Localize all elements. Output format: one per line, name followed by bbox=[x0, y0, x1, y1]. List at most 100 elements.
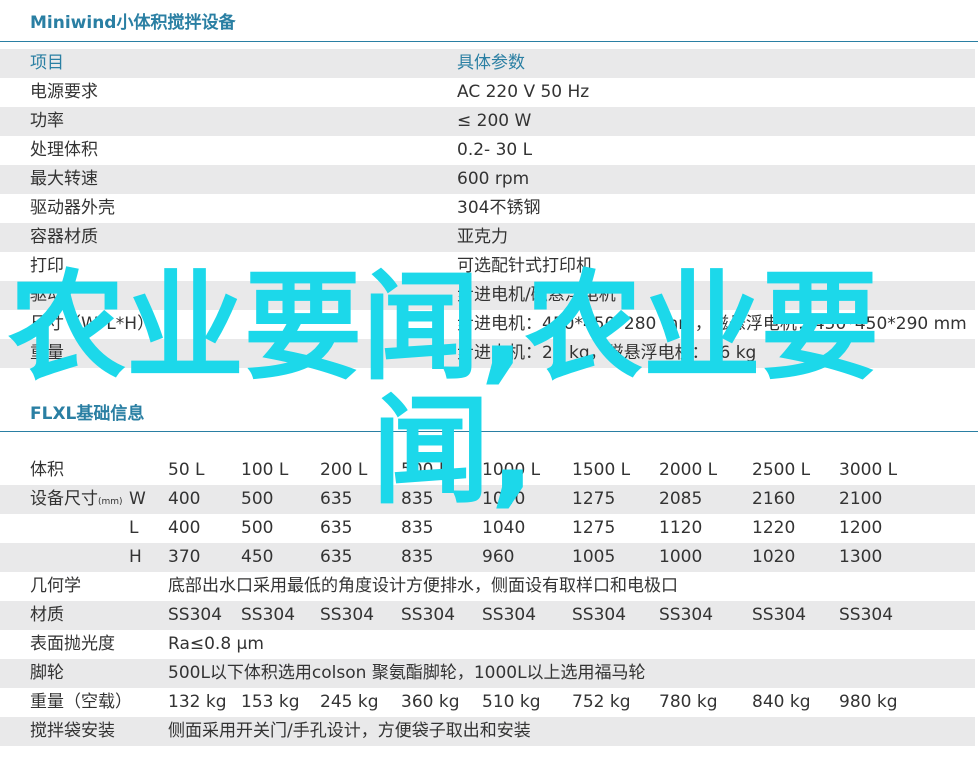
flxl-value-cell: 1005 bbox=[572, 547, 616, 567]
flxl-value-cell: 980 kg bbox=[839, 692, 898, 712]
spec-row-label: 驱动器外壳 bbox=[30, 198, 115, 218]
flxl-value-cell: 1300 bbox=[839, 547, 883, 567]
flxl-value-cell: 635 bbox=[320, 547, 353, 567]
flxl-polish-value: Ra≤0.8 μm bbox=[168, 634, 264, 654]
flxl-casters-row: 脚轮 500L以下体积选用colson 聚氨酯脚轮，1000L以上选用福马轮 bbox=[0, 659, 975, 688]
flxl-value-cell: 132 kg bbox=[168, 692, 227, 712]
spec-row-value: 步进电机：450*450*280 mm，磁悬浮电机：450*450*290 mm bbox=[457, 314, 967, 334]
flxl-weight-label: 重量（空载） bbox=[30, 692, 132, 712]
flxl-value-cell: SS304 bbox=[401, 605, 456, 625]
flxl-value-cell: 370 bbox=[168, 547, 201, 567]
flxl-value-cell: 400 bbox=[168, 489, 201, 509]
flxl-size-label: 设备尺寸(mm) bbox=[30, 489, 123, 509]
flxl-title: FLXL基础信息 bbox=[30, 404, 145, 424]
flxl-value-cell: 360 kg bbox=[401, 692, 460, 712]
flxl-value-cell: 245 kg bbox=[320, 692, 379, 712]
flxl-casters-value: 500L以下体积选用colson 聚氨酯脚轮，1000L以上选用福马轮 bbox=[168, 663, 646, 683]
flxl-size-row-w: 设备尺寸(mm) W 400 500 635 835 1040 1275 2085 2160 2… bbox=[0, 485, 975, 514]
flxl-value-cell: 200 L bbox=[320, 460, 368, 480]
flxl-value-cell: SS304 bbox=[168, 605, 223, 625]
spec-row: 重量 步进电机：20 kg，磁悬浮电机：16 kg bbox=[0, 339, 975, 368]
flxl-size-unit: (mm) bbox=[98, 497, 123, 507]
flxl-value-cell: 1275 bbox=[572, 518, 616, 538]
flxl-value-cell: 1000 L bbox=[482, 460, 541, 480]
spec-row-label: 最大转速 bbox=[30, 169, 98, 189]
spec-row: 驱动 步进电机/磁悬浮电机 bbox=[0, 281, 975, 310]
flxl-value-cell: 1275 bbox=[572, 489, 616, 509]
flxl-value-cell: 500 bbox=[241, 489, 274, 509]
flxl-value-cell: 510 kg bbox=[482, 692, 541, 712]
flxl-value-cell: SS304 bbox=[482, 605, 537, 625]
flxl-value-cell: 835 bbox=[401, 518, 434, 538]
flxl-value-cell: 1040 bbox=[482, 518, 526, 538]
flxl-value-cell: 2160 bbox=[752, 489, 796, 509]
flxl-value-cell: 780 kg bbox=[659, 692, 718, 712]
flxl-value-cell: 1020 bbox=[752, 547, 796, 567]
flxl-value-cell: 1040 bbox=[482, 489, 526, 509]
spec-row: 最大转速 600 rpm bbox=[0, 165, 975, 194]
flxl-value-cell: 2085 bbox=[659, 489, 703, 509]
spec-row-value: 可选配针式打印机 bbox=[457, 256, 593, 276]
spec-row-label: 处理体积 bbox=[30, 140, 98, 160]
flxl-value-cell: 752 kg bbox=[572, 692, 631, 712]
flxl-value-cell: 835 bbox=[401, 489, 434, 509]
spec-row-label: 容器材质 bbox=[30, 227, 98, 247]
flxl-casters-label: 脚轮 bbox=[30, 663, 64, 683]
flxl-value-cell: 3000 L bbox=[839, 460, 898, 480]
spec-title: Miniwind小体积搅拌设备 bbox=[30, 13, 236, 33]
flxl-material-label: 材质 bbox=[30, 605, 64, 625]
spec-row: 打印 可选配针式打印机 bbox=[0, 252, 975, 281]
flxl-bag-label: 搅拌袋安装 bbox=[30, 721, 115, 741]
flxl-value-cell: SS304 bbox=[572, 605, 627, 625]
spec-row-label: 电源要求 bbox=[30, 82, 98, 102]
spec-row-label: 打印 bbox=[30, 256, 64, 276]
flxl-volume-label: 体积 bbox=[30, 460, 64, 480]
flxl-size-row-h: H 370 450 635 835 960 1005 1000 1020 1300 bbox=[0, 543, 975, 572]
flxl-bag-row: 搅拌袋安装 侧面采用开关门/手孔设计，方便袋子取出和安装 bbox=[0, 717, 975, 746]
flxl-size-row-l: L 400 500 635 835 1040 1275 1120 1220 1200 bbox=[0, 514, 975, 543]
flxl-value-cell: 2100 bbox=[839, 489, 883, 509]
flxl-value-cell: 2000 L bbox=[659, 460, 718, 480]
flxl-value-cell: 635 bbox=[320, 518, 353, 538]
spec-row-value: 600 rpm bbox=[457, 169, 530, 189]
spec-row-value: ≤ 200 W bbox=[457, 111, 532, 131]
flxl-size-axis: W bbox=[129, 489, 146, 509]
flxl-value-cell: 2500 L bbox=[752, 460, 811, 480]
flxl-bag-value: 侧面采用开关门/手孔设计，方便袋子取出和安装 bbox=[168, 721, 531, 741]
spec-title-rule bbox=[0, 41, 978, 42]
spec-row-value: 0.2- 30 L bbox=[457, 140, 533, 160]
spec-row: 功率 ≤ 200 W bbox=[0, 107, 975, 136]
flxl-value-cell: 835 bbox=[401, 547, 434, 567]
flxl-size-axis: L bbox=[129, 518, 139, 538]
flxl-value-cell: 450 bbox=[241, 547, 274, 567]
spec-row: 尺寸（W*L*H） 步进电机：450*450*280 mm，磁悬浮电机：450*4… bbox=[0, 310, 975, 339]
flxl-geometry-label: 几何学 bbox=[30, 576, 81, 596]
spec-row-label: 尺寸（W*L*H） bbox=[30, 314, 155, 334]
spec-row: 电源要求 AC 220 V 50 Hz bbox=[0, 78, 975, 107]
flxl-value-cell: SS304 bbox=[241, 605, 296, 625]
spec-header-row: 项目 具体参数 bbox=[0, 49, 975, 78]
flxl-geometry-row: 几何学 底部出水口采用最低的角度设计方便排水，侧面设有取样口和电极口 bbox=[0, 572, 975, 601]
flxl-value-cell: 1000 bbox=[659, 547, 703, 567]
flxl-geometry-value: 底部出水口采用最低的角度设计方便排水，侧面设有取样口和电极口 bbox=[168, 576, 678, 596]
spec-row-value: 步进电机：20 kg，磁悬浮电机：16 kg bbox=[457, 343, 757, 363]
flxl-value-cell: 1220 bbox=[752, 518, 796, 538]
flxl-volume-row: 体积 50 L 100 L 200 L 500 L 1000 L 1500 L 2000 L… bbox=[0, 456, 975, 485]
flxl-value-cell: 635 bbox=[320, 489, 353, 509]
flxl-polish-row: 表面抛光度 Ra≤0.8 μm bbox=[0, 630, 975, 659]
flxl-value-cell: 500 bbox=[241, 518, 274, 538]
flxl-value-cell: 1120 bbox=[659, 518, 703, 538]
flxl-size-axis: H bbox=[129, 547, 142, 567]
flxl-value-cell: SS304 bbox=[839, 605, 894, 625]
flxl-value-cell: 153 kg bbox=[241, 692, 300, 712]
spec-row-label: 重量 bbox=[30, 343, 64, 363]
spec-row: 驱动器外壳 304不锈钢 bbox=[0, 194, 975, 223]
flxl-value-cell: 100 L bbox=[241, 460, 289, 480]
flxl-title-rule bbox=[0, 431, 978, 432]
spec-row-label: 驱动 bbox=[30, 285, 64, 305]
flxl-value-cell: 50 L bbox=[168, 460, 205, 480]
flxl-polish-label: 表面抛光度 bbox=[30, 634, 115, 654]
spec-row-value: 304不锈钢 bbox=[457, 198, 541, 218]
flxl-weight-row: 重量（空载） 132 kg 153 kg 245 kg 360 kg 510 kg 752… bbox=[0, 688, 975, 717]
spec-header-item: 项目 bbox=[30, 53, 64, 73]
